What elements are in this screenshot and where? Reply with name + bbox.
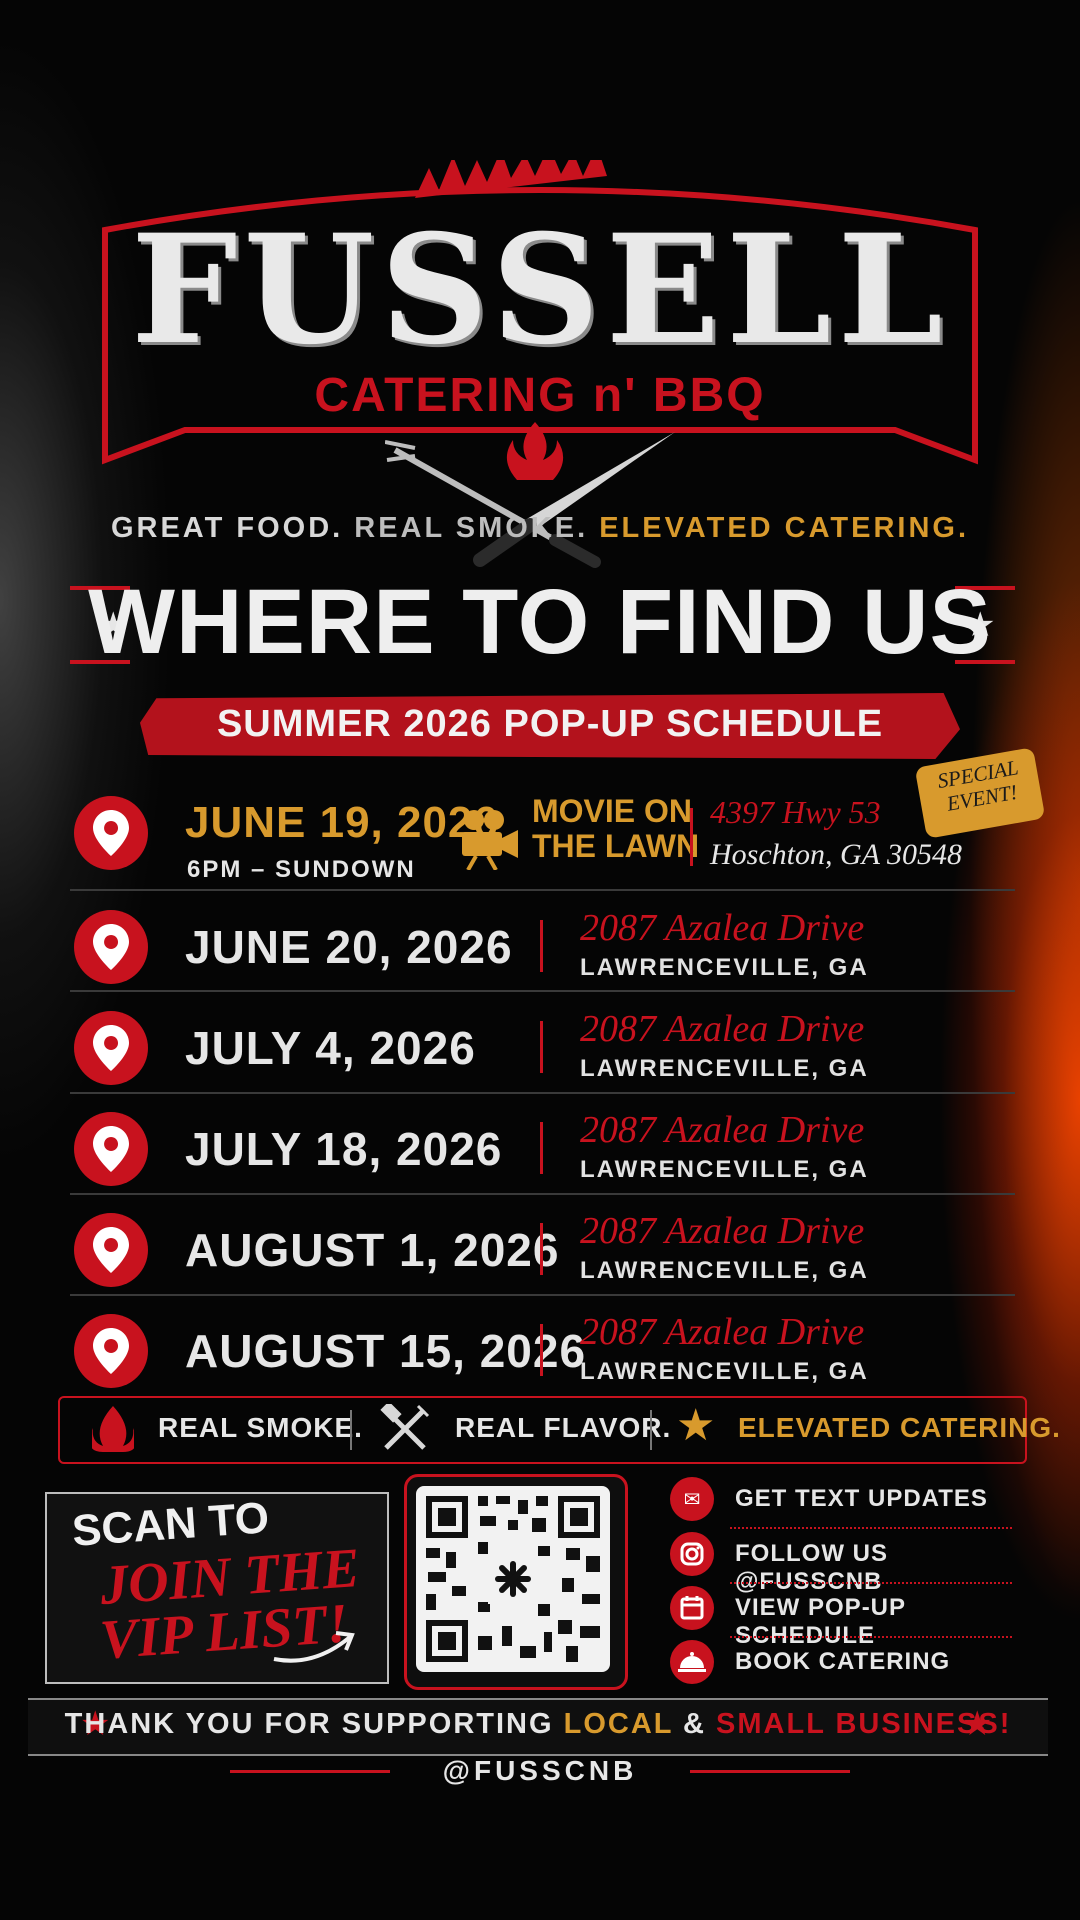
event-name: MOVIE ON THE LAWN [532, 793, 700, 865]
schedule-row-special: JUNE 19, 2026 6PM – SUNDOWN MOVIE ON THE… [70, 778, 1020, 883]
value-real-flavor: REAL FLAVOR. [455, 1412, 672, 1443]
stop-date: JUNE 20, 2026 [185, 921, 513, 973]
tagline-part2: REAL SMOKE. [354, 512, 589, 544]
link-book-catering[interactable]: BOOK CATERING [670, 1638, 1015, 1690]
value-elevated-catering: ELEVATED CATERING. [738, 1412, 1061, 1443]
row-separator [70, 889, 1015, 891]
footer-message: THANK YOU FOR SUPPORTING LOCAL & SMALL B… [28, 1708, 1048, 1741]
stop-date: AUGUST 1, 2026 [185, 1224, 560, 1276]
stop-street: 2087 Azalea Drive [580, 1210, 865, 1252]
link-view-schedule[interactable]: VIEW POP-UP SCHEDULE [670, 1584, 1015, 1649]
event-date: JUNE 19, 2026 [185, 798, 499, 847]
event-street: 4397 Hwy 53 [710, 794, 881, 830]
stop-street: 2087 Azalea Drive [580, 1109, 865, 1151]
star-icon: ★ [676, 1400, 716, 1451]
schedule-row: AUGUST 1, 2026 2087 Azalea Drive LAWRENC… [70, 1195, 1020, 1295]
stop-street: 2087 Azalea Drive [580, 907, 865, 949]
row-separator [70, 990, 1015, 992]
row-divider [540, 1324, 543, 1376]
value-divider [350, 1410, 352, 1450]
footer-part1: THANK YOU FOR SUPPORTING [64, 1708, 554, 1740]
brand-name: FUSSELL [131, 202, 949, 378]
cloche-icon [670, 1640, 714, 1684]
stop-street: 2087 Azalea Drive [580, 1008, 865, 1050]
tagline: GREAT FOOD. REAL SMOKE. ELEVATED CATERIN… [0, 512, 1080, 545]
footer-local: LOCAL [563, 1708, 673, 1740]
cleaver-fork-icon [380, 1404, 430, 1450]
schedule-row: JUNE 20, 2026 2087 Azalea Drive LAWRENCE… [70, 892, 1020, 992]
stop-city: LAWRENCEVILLE, GA [580, 1156, 869, 1183]
row-divider [540, 1223, 543, 1275]
location-pin-icon [74, 796, 148, 870]
flame-icon [92, 1406, 134, 1452]
stop-city: LAWRENCEVILLE, GA [580, 1055, 869, 1082]
movie-camera-icon [462, 810, 518, 870]
event-city: Hoschton, GA 30548 [710, 838, 962, 871]
stop-date: JULY 4, 2026 [185, 1022, 476, 1074]
link-get-text-updates[interactable]: ✉ GET TEXT UPDATES [670, 1475, 1015, 1529]
location-pin-icon [74, 1314, 148, 1388]
stop-city: LAWRENCEVILLE, GA [580, 954, 869, 981]
location-pin-icon [74, 1011, 148, 1085]
event-time: 6PM – SUNDOWN [187, 856, 416, 883]
link-label: GET TEXT UPDATES [735, 1485, 988, 1512]
footer-small-business: SMALL BUSINESS! [716, 1708, 1012, 1740]
value-real-smoke: REAL SMOKE. [158, 1412, 363, 1443]
tagline-part1: GREAT FOOD. [110, 512, 344, 544]
stop-date: JULY 18, 2026 [185, 1123, 503, 1175]
arrow-icon [273, 1631, 355, 1663]
schedule-row: JULY 18, 2026 2087 Azalea Drive LAWRENCE… [70, 1094, 1020, 1194]
instagram-icon [670, 1532, 714, 1576]
row-divider [690, 808, 693, 866]
stop-street: 2087 Azalea Drive [580, 1311, 865, 1353]
stop-date: AUGUST 15, 2026 [185, 1325, 587, 1377]
fork-knife-flame-icon [385, 422, 675, 568]
qr-code[interactable] [416, 1486, 610, 1672]
social-handle: @FUSSCNB [442, 1755, 638, 1786]
phone-message-icon: ✉ [670, 1477, 714, 1521]
value-divider [650, 1410, 652, 1450]
location-pin-icon [74, 1112, 148, 1186]
stop-city: LAWRENCEVILLE, GA [580, 1358, 869, 1385]
row-divider [540, 1021, 543, 1073]
brand-subtitle: CATERING n' BBQ [314, 369, 766, 422]
schedule-row: JULY 4, 2026 2087 Azalea Drive LAWRENCEV… [70, 993, 1020, 1093]
stop-city: LAWRENCEVILLE, GA [580, 1257, 869, 1284]
event-name-line2: THE LAWN [532, 828, 700, 865]
schedule-row: AUGUST 15, 2026 2087 Azalea Drive LAWREN… [70, 1296, 1020, 1396]
link-label: BOOK CATERING [735, 1648, 951, 1675]
row-divider [540, 1122, 543, 1174]
tagline-part3: ELEVATED CATERING. [599, 512, 970, 544]
link-follow-us[interactable]: FOLLOW US @FUSSCNB [670, 1530, 1015, 1595]
page-heading: WHERE TO FIND US [88, 571, 992, 673]
location-pin-icon [74, 1213, 148, 1287]
row-divider [540, 920, 543, 972]
link-divider [730, 1527, 1012, 1529]
event-name-line1: MOVIE ON [532, 793, 693, 829]
location-pin-icon [74, 910, 148, 984]
footer-ampersand: & [683, 1708, 706, 1740]
calendar-icon [670, 1586, 714, 1630]
schedule-label: SUMMER 2026 POP-UP SCHEDULE [216, 703, 884, 745]
poster: FUSSELL CATERING n' BBQ GREAT FOOD. REAL… [0, 0, 1080, 1920]
